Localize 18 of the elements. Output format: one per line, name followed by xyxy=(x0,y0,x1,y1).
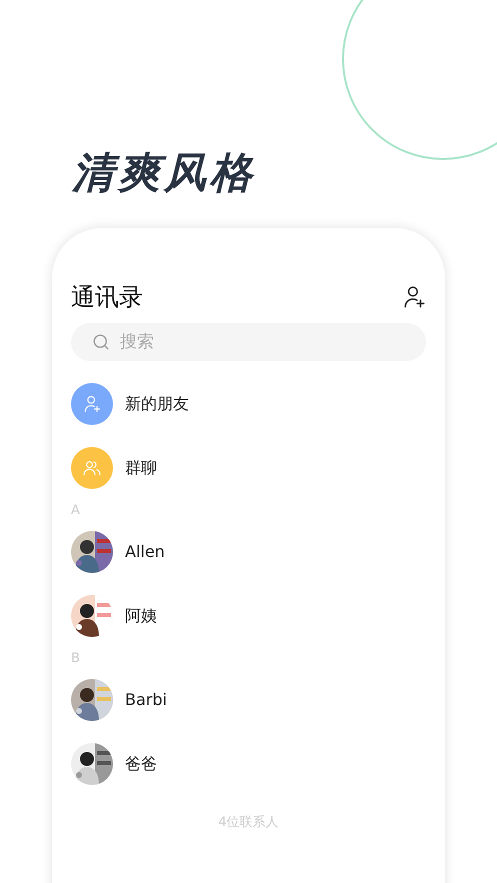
headline: 清爽风格 xyxy=(72,147,256,199)
search-field[interactable]: 搜索 xyxy=(71,323,426,361)
screen-title: 通讯录 xyxy=(71,282,143,313)
contact-name: Barbi xyxy=(125,689,167,711)
contact-row[interactable]: 阿姨 xyxy=(71,595,426,637)
add-user-icon xyxy=(82,394,102,414)
contact-row[interactable]: Allen xyxy=(71,531,426,573)
contact-name: 爸爸 xyxy=(125,753,157,775)
contact-name: Allen xyxy=(125,541,165,563)
menu-item[interactable]: 群聊 xyxy=(71,447,426,489)
contact-name: 阿姨 xyxy=(125,605,157,627)
contact-row[interactable]: 爸爸 xyxy=(71,743,426,785)
menu-label: 新的朋友 xyxy=(125,393,189,415)
search-icon xyxy=(92,333,110,351)
group-icon xyxy=(82,458,102,478)
menu-label: 群聊 xyxy=(125,457,157,479)
menu-item[interactable]: 新的朋友 xyxy=(71,383,426,425)
contact-row[interactable]: Barbi xyxy=(71,679,426,721)
